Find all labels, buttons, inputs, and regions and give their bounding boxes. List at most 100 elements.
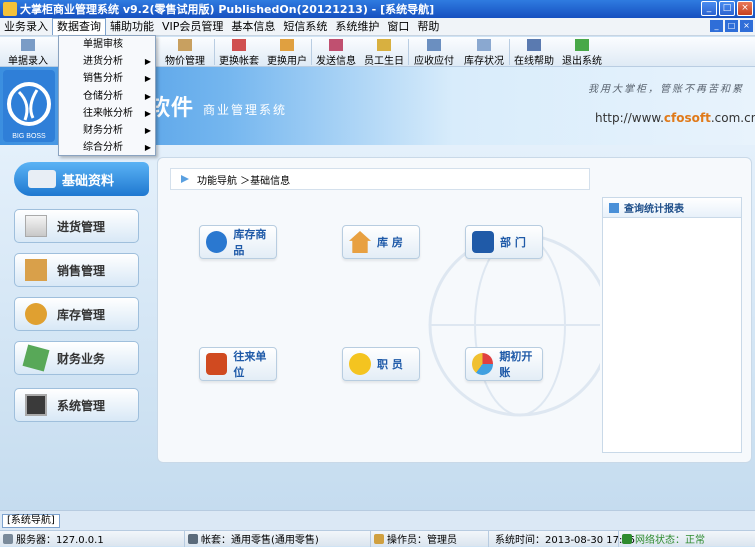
submenu-arrow-icon: ▶ <box>144 125 151 135</box>
toolbar-label: 退出系统 <box>562 56 602 67</box>
toolbar-switch-user[interactable]: 更换用户 <box>263 37 311 67</box>
banner-url[interactable]: http://www.cfosoft.com.cn <box>595 111 755 125</box>
sidebar-item-purchase[interactable]: 进货管理 <box>14 209 139 243</box>
tile-warehouse[interactable]: 库 房 <box>342 225 420 259</box>
menu-item-storage-analysis[interactable]: 仓储分析 ▶ <box>59 88 155 105</box>
gear-icon <box>25 303 47 325</box>
gear-icon <box>206 231 228 253</box>
tile-opening-balance[interactable]: 期初开账 <box>465 347 543 381</box>
tile-stock-goods[interactable]: 库存商品 <box>199 225 277 259</box>
toolbar-price-management[interactable]: 物价管理 <box>156 37 214 67</box>
tile-employees[interactable]: 职 员 <box>342 347 420 381</box>
tile-label: 期初开账 <box>499 350 533 379</box>
toolbar-exit[interactable]: 退出系统 <box>558 37 606 67</box>
maximize-button[interactable]: □ <box>719 1 735 16</box>
tile-business-partners[interactable]: 往来单位 <box>199 347 277 381</box>
tile-department[interactable]: 部 门 <box>465 225 543 259</box>
banner-subtitle: 商业管理系统 <box>203 103 288 117</box>
sidebar-item-finance[interactable]: 财务业务 <box>14 341 139 375</box>
menu-aux-functions[interactable]: 辅助功能 <box>106 19 158 35</box>
title-bar: 大掌柜商业管理系统 v9.2(零售试用版) PublishedOn(201212… <box>0 0 755 18</box>
sidebar-item-sales[interactable]: 销售管理 <box>14 253 139 287</box>
menu-item-label: 综合分析 <box>83 142 123 154</box>
toolbar-stock-status[interactable]: 库存状况 <box>459 37 509 67</box>
menu-vip-management[interactable]: VIP会员管理 <box>158 19 227 35</box>
sidebar-item-system[interactable]: 系统管理 <box>14 388 139 422</box>
account-icon <box>188 533 198 544</box>
toolbar-receivables[interactable]: 应收应付 <box>409 37 459 67</box>
menu-item-label: 进货分析 <box>83 56 123 68</box>
menu-item-sales-analysis[interactable]: 销售分析 ▶ <box>59 70 155 87</box>
menu-item-label: 单据审核 <box>83 39 123 50</box>
breadcrumb: 功能导航 ＞基础信息 <box>170 168 590 190</box>
status-server: 服务器：127.0.0.1 <box>0 530 185 547</box>
sidebar-item-label: 销售管理 <box>57 263 106 278</box>
status-account-text: 帐套：通用零售(通用零售) <box>201 535 319 546</box>
submenu-arrow-icon: ▶ <box>144 57 151 67</box>
report-panel-header[interactable]: 查询统计报表 <box>603 198 741 218</box>
sidebar-item-label: 财务业务 <box>57 351 106 366</box>
tile-label: 部 门 <box>500 236 526 249</box>
menu-system-maintenance[interactable]: 系统维护 <box>331 19 383 35</box>
toolbar-label: 发送信息 <box>316 56 356 67</box>
sidebar-item-inventory[interactable]: 库存管理 <box>14 297 139 331</box>
submenu-arrow-icon: ▶ <box>144 108 151 118</box>
menu-item-label: 仓储分析 <box>83 90 123 102</box>
server-icon <box>3 533 13 544</box>
status-operator: 操作员：管理员 <box>371 530 489 547</box>
toolbar-online-help[interactable]: 在线帮助 <box>510 37 558 67</box>
help-icon <box>527 39 541 51</box>
toolbar-switch-account[interactable]: 更换帐套 <box>215 37 263 67</box>
pie-chart-icon <box>472 353 494 375</box>
receivables-icon <box>427 39 441 51</box>
tile-label: 库 房 <box>377 236 403 249</box>
status-operator-text: 操作员：管理员 <box>387 535 457 546</box>
menu-item-label: 往来帐分析 <box>83 107 133 119</box>
switch-user-icon <box>280 39 294 51</box>
svg-text:BIG BOSS: BIG BOSS <box>12 133 46 140</box>
menu-data-query[interactable]: 数据查询 <box>52 18 106 35</box>
menu-item-purchase-analysis[interactable]: 进货分析 ▶ <box>59 53 155 70</box>
sidebar-item-label: 库存管理 <box>57 307 106 322</box>
tile-label: 往来单位 <box>233 350 267 379</box>
operator-icon <box>374 533 384 544</box>
status-time-text: 系统时间：2013-08-30 17:25 <box>495 535 636 546</box>
menu-item-finance-analysis[interactable]: 财务分析 ▶ <box>59 122 155 139</box>
exit-icon <box>575 39 589 51</box>
toolbar-send-message[interactable]: 发送信息 <box>312 37 360 67</box>
menu-window[interactable]: 窗口 <box>383 19 413 35</box>
close-button[interactable]: × <box>737 1 753 16</box>
toolbar-label: 更换用户 <box>267 56 307 67</box>
minimize-button[interactable]: _ <box>701 1 717 16</box>
sidebar-header[interactable]: 基础资料 <box>14 162 149 196</box>
status-bar: 服务器：127.0.0.1 帐套：通用零售(通用零售) 操作员：管理员 系统时间… <box>0 530 755 547</box>
status-server-text: 服务器：127.0.0.1 <box>16 535 104 546</box>
mdi-tab-system-nav[interactable]: [系统导航] <box>2 514 60 528</box>
toolbar-document-entry[interactable]: 单据录入 <box>0 37 56 67</box>
price-icon <box>178 39 192 51</box>
menu-business-entry[interactable]: 业务录入 <box>0 19 52 35</box>
toolbar-employee-birthday[interactable]: 员工生日 <box>360 37 408 67</box>
menu-item-account-analysis[interactable]: 往来帐分析 ▶ <box>59 105 155 122</box>
toolbar-label: 在线帮助 <box>514 56 554 67</box>
mdi-minimize-button[interactable]: _ <box>710 20 723 32</box>
submenu-arrow-icon: ▶ <box>144 143 151 153</box>
network-icon <box>622 533 632 544</box>
app-icon <box>3 2 17 16</box>
toolbar-label: 库存状况 <box>464 56 504 67</box>
mdi-restore-button[interactable]: □ <box>725 20 738 32</box>
arrow-right-icon <box>181 175 189 183</box>
breadcrumb-text: 功能导航 ＞基础信息 <box>197 175 291 187</box>
folder-icon <box>206 353 228 375</box>
mdi-tab-bar <box>0 510 755 530</box>
menu-item-comprehensive-analysis[interactable]: 综合分析 ▶ <box>59 139 155 156</box>
menu-basic-info[interactable]: 基本信息 <box>227 19 279 35</box>
truck-icon <box>28 170 56 188</box>
document-entry-icon <box>21 39 35 51</box>
menu-item-label: 财务分析 <box>83 124 123 136</box>
mdi-close-button[interactable]: × <box>740 20 753 32</box>
menu-item-document-audit[interactable]: 单据审核 <box>59 36 155 53</box>
menu-sms-system[interactable]: 短信系统 <box>279 19 331 35</box>
submenu-arrow-icon: ▶ <box>144 74 151 84</box>
menu-help[interactable]: 帮助 <box>413 19 443 35</box>
